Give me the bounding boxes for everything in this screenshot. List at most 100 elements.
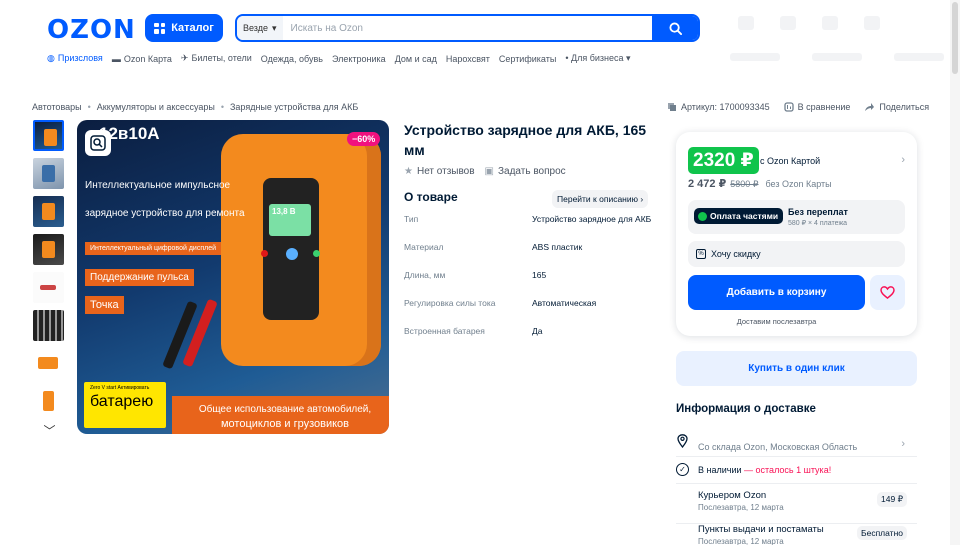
thumbnail[interactable] [33, 310, 64, 341]
location-pin-icon [677, 434, 688, 448]
ask-question-link[interactable]: ▣ Задать вопрос [485, 166, 566, 177]
compare-link[interactable]: В сравнение [783, 102, 850, 112]
share-icon [865, 103, 875, 111]
ozon-logo[interactable]: OZON [47, 15, 136, 45]
regular-price: 2 472 ₽ [688, 178, 727, 190]
reviews-link[interactable]: ★ Нет отзывов [404, 166, 475, 177]
image-headline: зарядное устройство для ремонта [85, 208, 245, 219]
globe-icon: ◍ [47, 53, 55, 63]
delivery-option[interactable]: Курьером Ozon Послезавтра, 12 марта 149 … [676, 488, 917, 524]
delivery-price: Бесплатно [857, 526, 907, 540]
location-icon[interactable] [738, 16, 754, 30]
about-heading: О товаре [404, 190, 458, 204]
nav-item-tickets[interactable]: ✈ Билеты, отели [181, 53, 252, 64]
chat-icon: ▣ [484, 166, 494, 177]
share-link[interactable]: Поделиться [864, 102, 929, 112]
image-feature-tag: Интеллектуальный цифровой дисплей [85, 242, 221, 255]
thumbnail[interactable] [33, 272, 64, 303]
chevron-down-icon: ▾ [626, 53, 631, 63]
delivery-heading: Информация о доставке [676, 403, 816, 415]
cart-icon[interactable] [864, 16, 880, 30]
card-icon: ▬ [111, 53, 121, 64]
battery-badge-small: Zero V start Активировать [90, 385, 150, 391]
chevron-down-icon: ▾ [272, 22, 277, 33]
image-bottom-text: Общее использование автомобилей, мотоцик… [185, 402, 385, 432]
nav-item-business[interactable]: • Для бизнеса ▾ [565, 53, 630, 64]
delivery-option[interactable]: Пункты выдачи и постаматы Послезавтра, 1… [676, 522, 917, 545]
stock-status: ✓ В наличии — осталось 1 штука! [676, 462, 917, 484]
nav-item-home[interactable]: Дом и сад [395, 54, 437, 64]
breadcrumb-item[interactable]: Автотовары [32, 102, 82, 112]
discount-request-button[interactable]: % Хочу скидку [688, 241, 905, 267]
chevron-right-icon[interactable]: › [901, 154, 905, 166]
zoom-button[interactable] [85, 130, 111, 156]
sub-navigation: ◍ Призсловя ▬ Ozon Карта ✈ Билеты, отели Од… [47, 53, 631, 64]
thumbnail[interactable] [33, 120, 64, 151]
search-button[interactable] [652, 16, 698, 40]
thumbnail[interactable] [33, 196, 64, 227]
breadcrumb-separator: • [87, 102, 91, 112]
breadcrumb: Автотовары • Аккумуляторы и аксессуары •… [32, 102, 358, 112]
search-scope-select[interactable]: Везде ▾ [237, 16, 283, 40]
catalog-button[interactable]: Каталог [145, 14, 223, 42]
search-scope-label: Везде [243, 23, 268, 33]
subnav-link-placeholder[interactable] [894, 53, 944, 61]
chevron-right-icon: › [901, 438, 905, 450]
mode-button [286, 248, 298, 260]
split-payment-block[interactable]: Оплата частями Без переплат 580 ₽ × 4 пл… [688, 200, 905, 234]
orders-icon[interactable] [780, 16, 796, 30]
article-number[interactable]: Артикул: 1700093345 [667, 102, 770, 112]
breadcrumb-item[interactable]: Зарядные устройства для АКБ [230, 102, 358, 112]
spec-list: Тип Устройство зарядное для АКБ Материал A… [404, 214, 656, 354]
spec-row: Тип Устройство зарядное для АКБ [404, 214, 652, 224]
breadcrumb-item[interactable]: Аккумуляторы и аксессуары [97, 102, 215, 112]
image-thumbnails: ﹀ [33, 120, 66, 439]
spec-row: Материал ABS пластик [404, 242, 583, 252]
spec-row: Длина, мм 165 [404, 270, 547, 280]
battery-badge-big: батарею [90, 393, 154, 410]
image-feature-tag: Поддержание пульса [85, 269, 194, 286]
delivery-location[interactable]: Со склада Ozon, Московская Область › [676, 433, 917, 457]
header-user-icons [738, 14, 928, 42]
main-product-image[interactable]: 13,8 В 12в10А −60% Интеллектуальное импу… [77, 120, 389, 434]
buy-one-click-button[interactable]: Купить в один клик [676, 351, 917, 386]
delivery-note: Доставим послезавтра [736, 317, 817, 326]
search-input[interactable] [282, 16, 652, 40]
subnav-link-placeholder[interactable] [730, 53, 780, 61]
percent-icon: % [696, 249, 706, 259]
nav-item-certificates[interactable]: Сертификаты [499, 54, 556, 64]
scrollbar-thumb[interactable] [952, 2, 958, 74]
search-bar: Везде ▾ [235, 14, 700, 42]
thumbnails-scroll-down-icon[interactable]: ﹀ [33, 422, 66, 439]
goto-description-button[interactable]: Перейти к описанию › [552, 190, 649, 208]
product-title: Устройство зарядное для АКБ, 165 мм [404, 122, 647, 158]
split-detail: 580 ₽ × 4 платежа [788, 220, 848, 227]
page-scrollbar[interactable] [950, 0, 960, 545]
image-bottom-line: мотоциклов и грузовиков [220, 418, 350, 430]
nav-item-prizes[interactable]: ◍ Призсловя [47, 53, 103, 64]
thumbnail[interactable] [33, 348, 64, 379]
image-bottom-line: Общее использование автомобилей, [198, 404, 372, 415]
led-indicator [261, 250, 268, 257]
split-icon [698, 211, 707, 221]
old-price: 5800 ₽ [730, 179, 759, 189]
delivery-price: 149 ₽ [877, 492, 907, 507]
ozon-card-price: 2320 ₽ [688, 147, 759, 174]
nav-item-electronics[interactable]: Электроника [332, 54, 386, 64]
search-icon [668, 21, 682, 35]
add-to-cart-button[interactable]: Добавить в корзину [688, 275, 865, 310]
thumbnail[interactable] [33, 234, 64, 265]
split-payment-badge: Оплата частями [694, 208, 784, 224]
thumbnail[interactable] [33, 158, 64, 189]
nav-item-new[interactable]: Нарохсвят [446, 54, 490, 64]
favorites-icon[interactable] [822, 16, 838, 30]
nav-item-ozon-card[interactable]: ▬ Ozon Карта [112, 54, 172, 64]
spec-row: Регулировка силы тока Автоматическая [404, 298, 597, 308]
product-meta: Артикул: 1700093345 В сравнение Поделить… [667, 102, 929, 112]
zoom-icon [90, 135, 106, 151]
discount-badge: −60% [347, 132, 381, 146]
nav-item-clothes[interactable]: Одежда, обувь [261, 54, 323, 64]
favorite-button[interactable] [870, 275, 905, 310]
thumbnail[interactable] [33, 386, 64, 417]
subnav-link-placeholder[interactable] [812, 53, 862, 61]
